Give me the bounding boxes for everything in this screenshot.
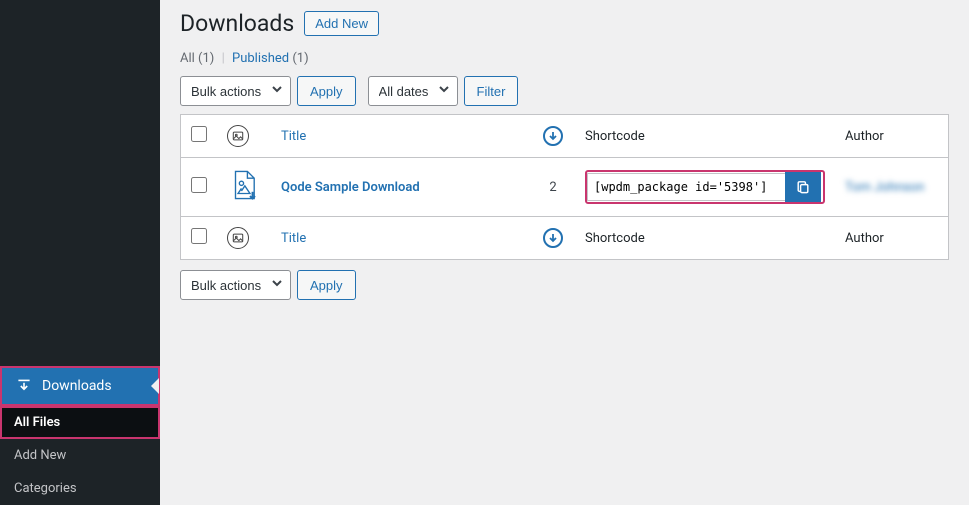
sort-indicator-icon[interactable] [543, 126, 563, 146]
tablenav-bottom: Bulk actions Apply [180, 270, 949, 300]
downloads-table: Title Shortcode Author [180, 114, 949, 260]
sidebar-item-label: All Files [14, 415, 60, 430]
sidebar-item-label: Downloads [42, 378, 112, 394]
bulk-actions-select[interactable]: Bulk actions [180, 76, 291, 106]
sidebar-item-categories[interactable]: Categories [0, 472, 160, 505]
main-content: Downloads Add New All (1) | Published (1… [160, 0, 969, 505]
download-icon [14, 376, 34, 396]
select-all-checkbox-top[interactable] [191, 126, 207, 142]
image-icon [227, 227, 249, 249]
row-title-link[interactable]: Qode Sample Download [281, 180, 420, 195]
view-published-link[interactable]: Published [232, 51, 292, 66]
column-shortcode: Shortcode [575, 115, 835, 158]
table-row: Qode Sample Download 2 Tom Johnson [181, 158, 949, 217]
active-arrow-icon [151, 378, 159, 394]
column-author[interactable]: Author [835, 217, 949, 260]
page-title: Downloads [180, 10, 294, 37]
view-all-count: (1) [198, 51, 214, 66]
sidebar-item-all-files[interactable]: All Files [0, 406, 160, 439]
date-filter-select[interactable]: All dates [368, 76, 458, 106]
column-title[interactable]: Title [271, 217, 531, 260]
row-download-count: 2 [549, 180, 556, 195]
row-author-link[interactable]: Tom Johnson [845, 180, 924, 195]
sidebar-item-label: Add New [14, 448, 66, 463]
shortcode-field [585, 170, 825, 204]
tablenav-top: Bulk actions Apply All dates Filter [180, 76, 949, 106]
row-checkbox[interactable] [191, 177, 207, 193]
bulk-actions-select-bottom[interactable]: Bulk actions [180, 270, 291, 300]
filter-button[interactable]: Filter [464, 76, 519, 106]
column-shortcode: Shortcode [575, 217, 835, 260]
sidebar-item-downloads[interactable]: Downloads [0, 366, 160, 406]
add-new-button[interactable]: Add New [304, 11, 379, 36]
copy-shortcode-button[interactable] [785, 172, 821, 202]
view-published-count: (1) [292, 51, 308, 66]
apply-button-bottom[interactable]: Apply [297, 270, 356, 300]
sidebar-item-add-new[interactable]: Add New [0, 439, 160, 472]
sidebar-item-label: Categories [14, 481, 77, 496]
image-icon [227, 125, 249, 147]
select-all-checkbox-bottom[interactable] [191, 228, 207, 244]
view-links: All (1) | Published (1) [180, 51, 949, 66]
shortcode-input[interactable] [587, 173, 785, 201]
column-author[interactable]: Author [835, 115, 949, 158]
admin-sidebar: Downloads All Files Add New Categories [0, 0, 160, 505]
file-download-icon [227, 191, 261, 206]
column-title[interactable]: Title [271, 115, 531, 158]
apply-button-top[interactable]: Apply [297, 76, 356, 106]
view-all-label[interactable]: All [180, 51, 195, 66]
sort-indicator-icon[interactable] [543, 228, 563, 248]
